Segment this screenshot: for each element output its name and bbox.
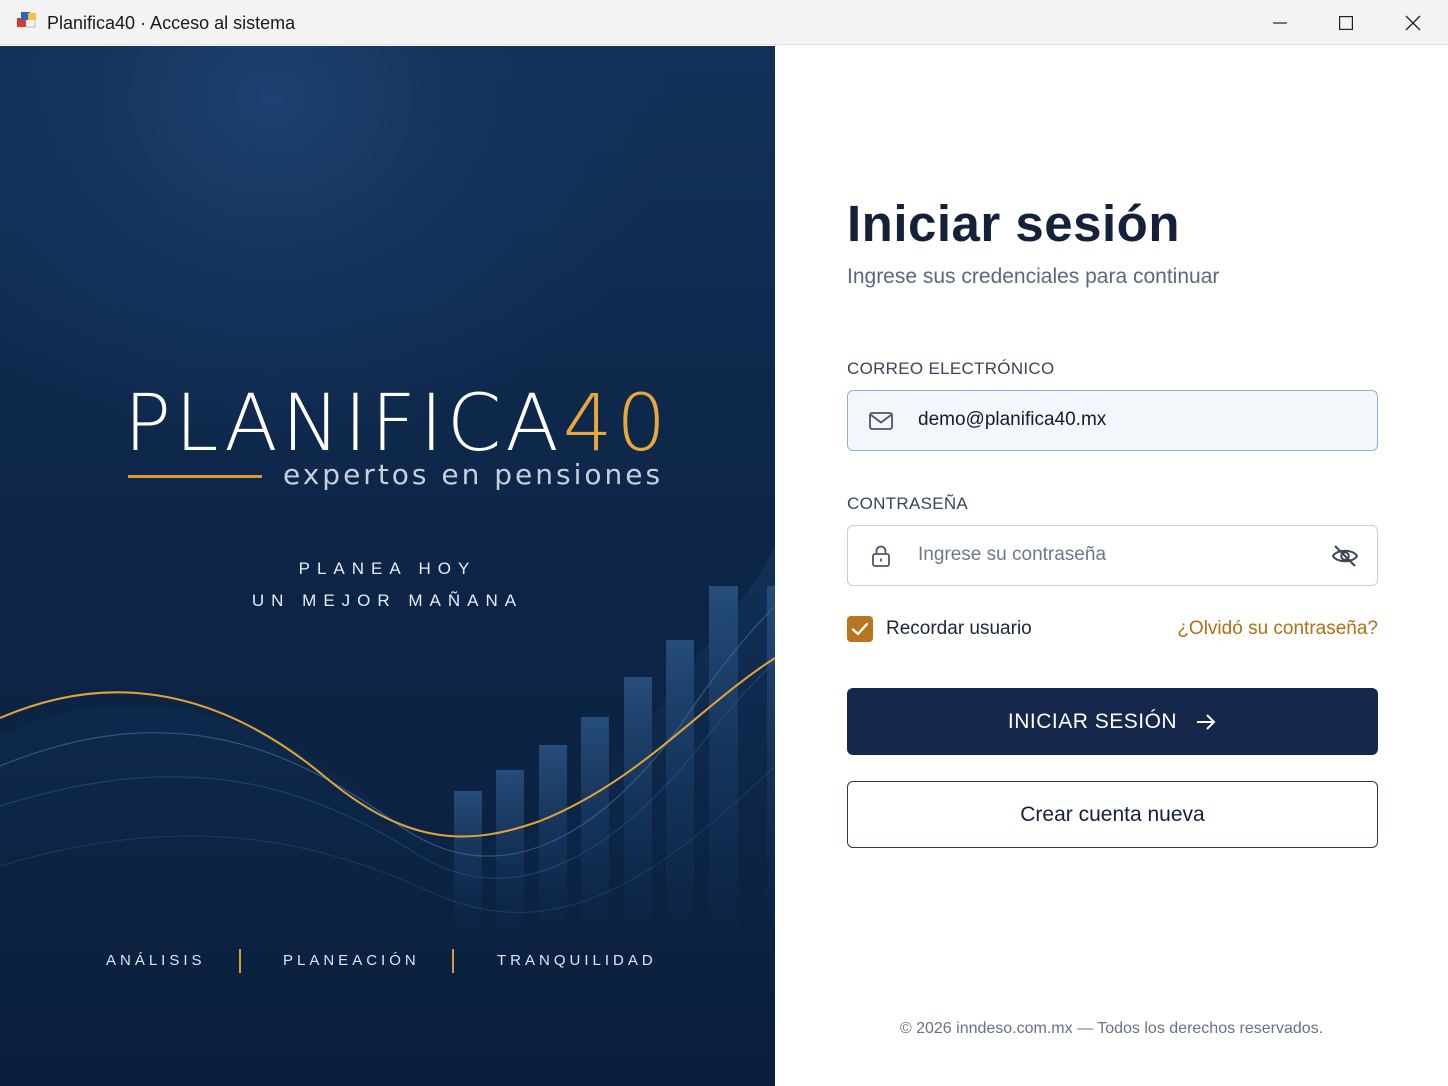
mail-icon <box>869 412 893 430</box>
email-input[interactable] <box>918 391 1308 449</box>
remember-checkbox[interactable] <box>847 616 873 642</box>
login-subtitle: Ingrese sus credenciales para continuar <box>847 265 1220 288</box>
minimize-icon <box>1273 21 1287 24</box>
login-title: Iniciar sesión <box>847 195 1180 252</box>
remember-user[interactable]: Recordar usuario <box>847 616 1032 642</box>
forgot-password-link[interactable]: ¿Olvidó su contraseña? <box>1177 618 1378 640</box>
close-icon <box>1405 15 1421 30</box>
create-account-button[interactable]: Crear cuenta nueva <box>847 781 1378 848</box>
close-button[interactable] <box>1380 0 1446 45</box>
app-icon <box>17 12 36 28</box>
copyright-footer: © 2026 inndeso.com.mx — Todos los derech… <box>899 1020 1324 1037</box>
window-title: Planifica40 · Acceso al sistema <box>47 13 296 33</box>
arrow-right-icon <box>1197 713 1216 730</box>
password-input[interactable] <box>918 526 1308 584</box>
maximize-button[interactable] <box>1313 0 1379 45</box>
create-account-label: Crear cuenta nueva <box>1020 802 1205 826</box>
minimize-button[interactable] <box>1247 0 1313 45</box>
logo-underline <box>128 475 262 478</box>
brand-panel: PLANIFICA40 expertos en pensiones PLANEA… <box>0 46 775 1086</box>
window-titlebar: Planifica40 · Acceso al sistema <box>0 0 1448 45</box>
brand-pillars: ANÁLISIS PLANEACIÓN TRANQUILIDAD <box>0 949 775 975</box>
slogan-line-1: PLANEA HOY <box>298 559 477 578</box>
email-field[interactable] <box>847 390 1378 451</box>
remember-label[interactable]: Recordar usuario <box>886 618 1032 640</box>
pillar-planning: PLANEACIÓN <box>283 952 420 969</box>
pillar-tranquility: TRANQUILIDAD <box>497 952 657 969</box>
brand-tagline: expertos en pensiones <box>283 458 664 491</box>
logo-number: 40 <box>562 379 670 469</box>
check-icon <box>851 622 869 636</box>
logo-word: PLANIFICA <box>124 379 563 469</box>
eye-off-icon[interactable] <box>1331 543 1359 569</box>
login-button[interactable]: INICIAR SESIÓN <box>847 688 1378 755</box>
pillar-divider <box>452 949 454 973</box>
login-panel: Iniciar sesión Ingrese sus credenciales … <box>775 46 1448 1086</box>
maximize-icon <box>1339 15 1353 30</box>
pillar-divider <box>239 949 241 973</box>
login-button-label: INICIAR SESIÓN <box>1007 709 1178 733</box>
brand-logo: PLANIFICA40 <box>124 384 670 464</box>
slogan-line-2: UN MEJOR MAÑANA <box>251 591 524 610</box>
pillar-analysis: ANÁLISIS <box>106 952 206 969</box>
password-label: CONTRASEÑA <box>847 494 969 513</box>
password-field[interactable] <box>847 525 1378 586</box>
lock-icon <box>872 545 890 567</box>
email-label: CORREO ELECTRÓNICO <box>847 359 1055 378</box>
